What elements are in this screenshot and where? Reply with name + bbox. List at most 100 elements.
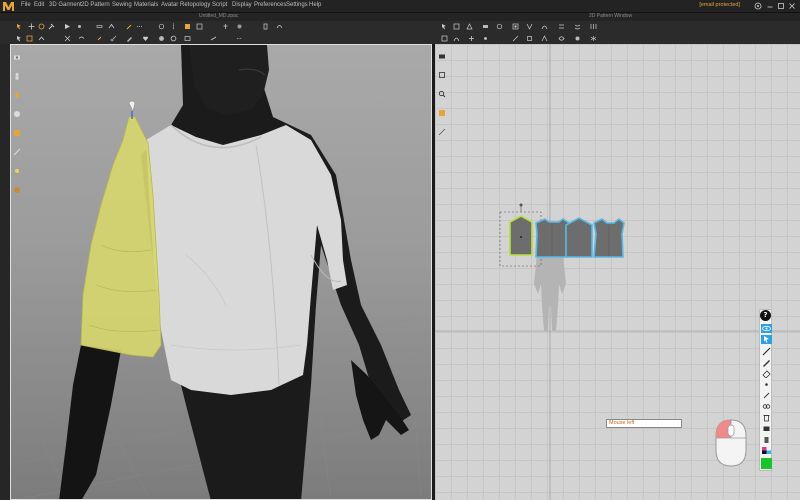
wireframe-icon[interactable] [13,148,21,156]
button-tool-icon[interactable] [158,23,165,30]
pattern-fit-icon[interactable] [438,71,446,79]
select-mesh-icon[interactable] [16,23,23,30]
image-icon[interactable] [184,35,191,42]
pattern-texture-icon[interactable] [438,109,446,117]
trace-icon[interactable] [541,23,548,30]
pen-icon[interactable] [126,35,133,42]
internal-line-icon[interactable] [512,35,519,42]
ring-icon[interactable] [170,35,177,42]
fold-arrange-icon[interactable] [38,35,45,42]
pattern-zoom-icon[interactable] [438,90,446,98]
simulate-icon[interactable] [64,23,71,30]
stitch-icon[interactable] [136,23,143,30]
sew-3d-free-icon[interactable] [78,35,85,42]
pattern-eraser-icon[interactable] [761,369,772,378]
menu-avatar[interactable]: Avatar [161,2,178,8]
md-logo-icon[interactable] [2,1,15,12]
curve-point-icon[interactable] [482,35,489,42]
offset-icon[interactable] [526,35,533,42]
pose-icon[interactable] [262,23,269,30]
pin-3d-icon[interactable] [96,35,103,42]
menu-3d-garment[interactable]: 3D Garment [49,2,82,8]
texture-icon[interactable] [196,23,203,30]
maximize-icon[interactable] [777,2,785,10]
graphic-icon[interactable] [184,23,191,30]
trash-icon[interactable] [761,435,772,444]
menu-edit[interactable]: Edit [34,2,44,8]
menu-2d-pattern[interactable]: 2D Pattern [81,2,110,8]
notification-icon[interactable] [754,2,762,10]
link-icon[interactable] [761,402,772,411]
visibility-icon[interactable] [761,324,772,333]
menu-sewing[interactable]: Sewing [112,2,132,8]
3d-garment-viewport[interactable] [10,44,432,500]
internal-shape-icon[interactable] [512,23,519,30]
snapshot-icon[interactable] [761,424,772,433]
transform-icon[interactable] [26,35,33,42]
move-icon[interactable] [28,23,35,30]
active-color-icon[interactable] [761,458,772,469]
select-icon[interactable] [16,35,23,42]
menu-help[interactable]: Help [309,2,321,8]
dart-icon[interactable] [526,23,533,30]
camera-icon[interactable] [13,53,21,61]
pattern-pin-icon[interactable] [761,347,772,356]
slash-spread-icon[interactable] [541,35,548,42]
texture-display-icon[interactable] [13,129,21,137]
seam-allowance-icon[interactable] [558,35,565,42]
sphere-icon[interactable] [158,35,165,42]
symmetry-icon[interactable] [590,35,597,42]
user-account[interactable]: [email protected] [699,2,740,8]
menu-settings[interactable]: Settings [286,2,308,8]
pattern-transform-icon[interactable] [441,35,448,42]
edit-point-icon[interactable] [453,23,460,30]
pin-icon[interactable] [48,23,55,30]
menu-materials[interactable]: Materials [134,2,158,8]
delete-icon[interactable] [761,413,772,422]
lighting-icon[interactable] [13,167,21,175]
segment-sewing-icon[interactable] [558,23,565,30]
measure-icon[interactable] [96,23,103,30]
zipper-icon[interactable] [170,23,177,30]
fold-icon[interactable] [108,23,115,30]
menu-file[interactable]: File [21,2,31,8]
fabric-display-icon[interactable] [13,110,21,118]
tack-icon[interactable] [76,23,83,30]
polygon-icon[interactable] [466,23,473,30]
arrange-icon[interactable] [236,23,243,30]
ruler-icon[interactable] [210,35,217,42]
avatar-display-icon[interactable] [13,72,21,80]
topstitch-icon[interactable] [236,35,243,42]
cut-icon[interactable] [110,35,117,42]
circle-icon[interactable] [496,23,503,30]
rectangle-icon[interactable] [482,23,489,30]
add-point-icon[interactable] [468,35,475,42]
shading-icon[interactable] [13,186,21,194]
info-button[interactable]: ? [760,310,771,321]
brush-icon[interactable] [126,23,133,30]
cursor-icon[interactable] [761,335,772,344]
heart-icon[interactable] [142,35,149,42]
gizmo-icon[interactable] [38,23,45,30]
color-swatch-icon[interactable] [761,446,772,455]
menu-script[interactable]: Script [212,2,227,8]
garment-display-icon[interactable] [13,91,21,99]
menu-display[interactable]: Display [232,2,252,8]
pattern-grid-icon[interactable] [438,128,446,136]
pattern-pen-icon[interactable] [761,358,772,367]
dot-icon[interactable] [761,380,772,389]
avatar-measure-icon[interactable] [222,23,229,30]
minimize-icon[interactable] [766,2,774,10]
sew-3d-icon[interactable] [64,35,71,42]
edit-curvature-icon[interactable] [453,35,460,42]
menu-preferences[interactable]: Preferences [254,2,286,8]
free-sewing-icon[interactable] [574,23,581,30]
close-icon[interactable] [788,2,796,10]
binding-icon[interactable] [574,35,581,42]
pleat-icon[interactable] [590,23,597,30]
shell-icon[interactable] [276,23,283,30]
pattern-view-camera-icon[interactable] [438,52,446,60]
pattern-select-icon[interactable] [441,23,448,30]
brush-stroke-icon[interactable] [761,391,772,400]
menu-retopology[interactable]: Retopology [180,2,210,8]
